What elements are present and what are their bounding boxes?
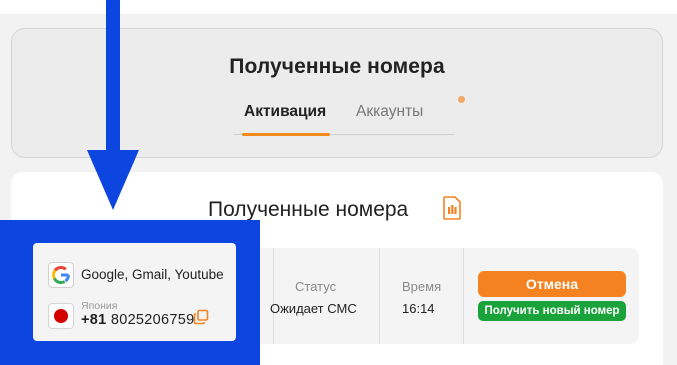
flag-circle [54,309,68,323]
country-name: Япония [81,300,118,312]
phone-code: +81 [81,312,107,328]
active-tab-indicator [242,133,330,136]
get-new-number-button[interactable]: Получить новый номер [478,301,626,321]
column-divider [379,248,380,344]
status-value: Ожидает СМС [270,301,357,316]
cancel-button[interactable]: Отмена [478,271,626,297]
service-phone-cell: Google, Gmail, Youtube Япония +81 802520… [33,243,236,341]
google-icon [48,262,74,288]
tab-activation[interactable]: Активация [244,103,326,121]
arrow-down-icon [87,0,139,210]
time-label: Время [402,279,442,294]
phone-number: +81 8025206759 [81,312,195,328]
column-divider [273,248,274,344]
time-value: 16:14 [402,301,435,316]
section-title: Полученные номера [208,198,409,221]
service-name: Google, Gmail, Youtube [81,267,224,282]
status-label: Статус [295,279,337,294]
tab-accounts[interactable]: Аккаунты [356,103,423,121]
column-divider [463,248,464,344]
sim-card-icon[interactable] [443,196,461,220]
phone-digits: 8025206759 [110,312,195,328]
notification-dot [458,96,465,103]
copy-icon[interactable] [193,309,209,325]
japan-flag-icon [48,303,74,329]
tabs-bar: Активация Аккаунты [234,101,454,136]
